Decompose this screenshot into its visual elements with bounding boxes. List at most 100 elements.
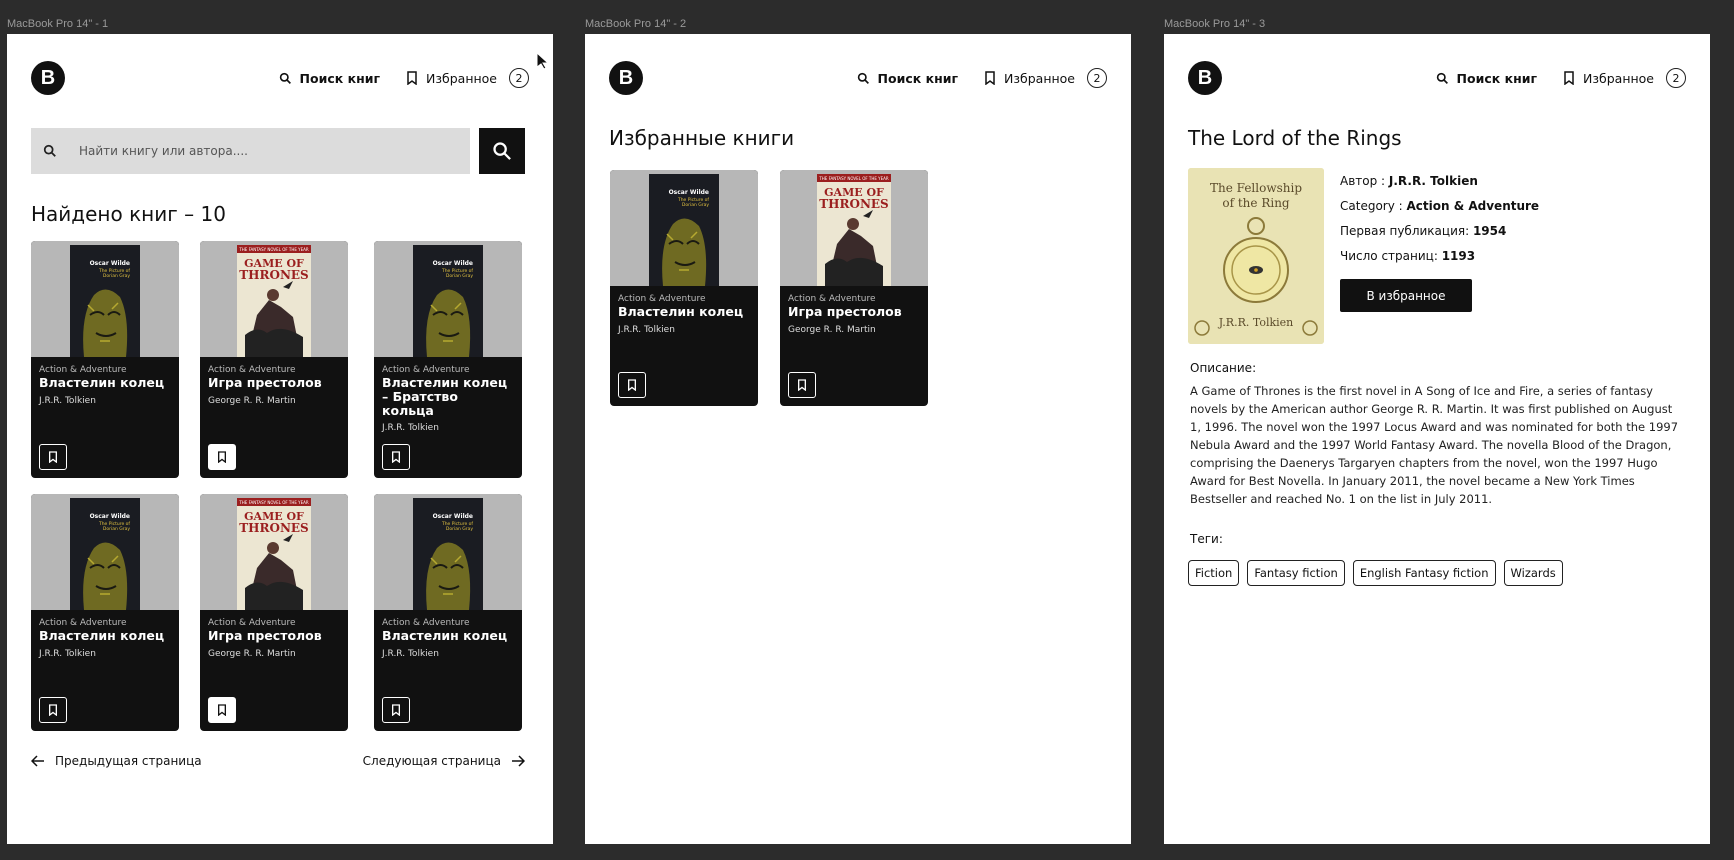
cover-author: Oscar Wilde [433,513,473,520]
nav-search-books[interactable]: Поиск книг [1436,71,1537,86]
nav-favorites[interactable]: Избранное [984,71,1075,86]
bookmark-icon [218,451,226,463]
favorite-toggle-button[interactable] [39,697,67,723]
book-author: J.R.R. Tolkien [39,648,96,659]
tags-label: Теги: [1190,532,1223,546]
bookmark-icon [392,704,400,716]
search-field-icon [43,144,57,158]
book-cover-dorian: Oscar WildeThe Picture ofDorian Gray [649,174,719,286]
cover-title-line: THRONES [239,521,308,535]
search-button[interactable] [479,128,525,174]
search-input[interactable] [79,144,439,158]
prev-page-link[interactable]: Предыдущая страница [31,754,202,768]
book-cover-got: THE FANTASY NOVEL OF THE YEARGAME OFTHRO… [237,498,311,610]
book-card[interactable]: Oscar Wilde The Picture of Dorian Gray Acti… [610,170,758,406]
favorite-toggle-button[interactable] [382,444,410,470]
book-category: Action & Adventure [382,618,470,628]
description-text: A Game of Thrones is the first novel in … [1190,384,1679,506]
nav-search-label: Поиск книг [299,70,381,86]
book-author: George R. R. Martin [208,395,296,406]
tag-chip[interactable]: English Fantasy fiction [1352,560,1496,586]
cover-title-line: THRONES [239,268,308,282]
bookmark-icon [1563,71,1575,85]
frame-search-results: B Поиск книг Избранное 2 Найдено книг – … [7,34,553,844]
frame-label-2: MacBook Pro 14" - 2 [585,18,687,30]
nav-favorites[interactable]: Избранное [1563,71,1654,86]
book-info: Action & Adventure Властелин колец J.R.R. … [31,357,179,406]
book-info: Action & Adventure Игра престолов George R… [780,286,928,335]
favorite-toggle-button[interactable] [39,444,67,470]
book-card[interactable]: Oscar Wilde The Picture of Dorian Gray Acti… [31,494,179,731]
book-cover-dorian: Oscar WildeThe Picture ofDorian Gray [413,245,483,357]
search-icon [1436,72,1449,85]
book-cover: Oscar Wilde The Picture of Dorian Gray [374,241,522,357]
book-author: George R. R. Martin [208,648,296,659]
frame-label-3: MacBook Pro 14" - 3 [1164,18,1266,30]
book-card[interactable]: Oscar Wilde The Picture of Dorian Gray Acti… [31,241,179,478]
favorites-count-badge: 2 [1666,68,1686,88]
nav-favorites[interactable]: Избранное [406,71,497,86]
cover-title-line: Dorian Gray [103,526,130,532]
book-card[interactable]: THE FANTASY NOVEL OF THE YEAR GAME OF THRO… [780,170,928,406]
search-button-icon [492,141,512,161]
book-title: Игра престолов [788,304,902,319]
frame-favorites: B Поиск книг Избранное 2 Избранные книги… [585,34,1131,844]
nav-search-label: Поиск книг [1456,70,1538,86]
nav: Поиск книг Избранное 2 [279,68,529,88]
book-info: Action & Adventure Игра престолов George R… [200,357,348,406]
book-meta: Автор : J.R.R. Tolkien Category : Action… [1340,169,1539,269]
meta-category: Category : Action & Adventure [1340,199,1540,213]
book-author: J.R.R. Tolkien [39,395,96,406]
cover-author: Oscar Wilde [669,189,709,196]
frame-label-1: MacBook Pro 14" - 1 [7,18,109,30]
favorite-toggle-button[interactable] [788,372,816,398]
book-author: J.R.R. Tolkien [382,423,439,434]
book-category: Action & Adventure [208,618,296,628]
nav-search-label: Поиск книг [877,70,959,86]
tag-chip[interactable]: Wizards [1503,560,1563,586]
book-cover: The Fellowship of the Ring J.R.R. Tolkie… [1188,168,1324,344]
favorite-toggle-button[interactable] [382,697,410,723]
pagination: Предыдущая страница Следующая страница [31,754,525,768]
cover-author: Oscar Wilde [90,260,130,267]
book-cover: Oscar Wilde The Picture of Dorian Gray [31,241,179,357]
logo[interactable]: B [1188,61,1222,95]
book-card[interactable]: Oscar Wilde The Picture of Dorian Gray Acti… [374,494,522,731]
favorite-toggle-button[interactable] [208,444,236,470]
book-card[interactable]: THE FANTASY NOVEL OF THE YEAR GAME OF THRO… [200,494,348,731]
tag-chip[interactable]: Fiction [1188,560,1240,586]
bookmark-icon [218,704,226,716]
frame-book-detail: B Поиск книг Избранное 2 The Lord of the… [1164,34,1710,844]
add-to-favorites-button[interactable]: В избранное [1340,279,1472,312]
bookmark-icon [392,451,400,463]
cover-tagline: THE FANTASY NOVEL OF THE YEAR [238,247,309,252]
book-info: Action & Adventure Властелин колец J.R.R. … [610,286,758,335]
svg-text:J.R.R. Tolkien: J.R.R. Tolkien [1218,316,1294,329]
tags-list: Fiction Fantasy fiction English Fantasy fi… [1188,560,1563,586]
logo[interactable]: B [609,61,643,95]
search-icon [279,72,292,85]
cover-author: Oscar Wilde [433,260,473,267]
book-card[interactable]: Oscar Wilde The Picture of Dorian Gray Acti… [374,241,522,478]
book-card[interactable]: THE FANTASY NOVEL OF THE YEAR GAME OF THRO… [200,241,348,478]
next-page-link[interactable]: Следующая страница [363,754,525,768]
book-category: Action & Adventure [39,365,127,375]
favorite-toggle-button[interactable] [618,372,646,398]
book-author: J.R.R. Tolkien [618,324,675,335]
tag-chip[interactable]: Fantasy fiction [1247,560,1345,586]
search-bar [31,128,470,174]
favorite-toggle-button[interactable] [208,697,236,723]
book-category: Action & Adventure [208,365,296,375]
next-page-label: Следующая страница [362,754,501,768]
book-category: Action & Adventure [618,294,706,304]
nav-favorites-label: Избранное [1004,70,1075,86]
book-info: Action & Adventure Властелин колец J.R.R. … [374,610,522,659]
logo[interactable]: B [31,61,65,95]
nav-search-books[interactable]: Поиск книг [279,71,380,86]
book-cover-dorian: Oscar WildeThe Picture ofDorian Gray [70,498,140,610]
cover-title-line: Dorian Gray [682,202,709,208]
nav-search-books[interactable]: Поиск книг [857,71,958,86]
book-title: Властелин колец [618,304,744,319]
cover-author: Oscar Wilde [90,513,130,520]
nav-favorites-label: Избранное [426,70,497,86]
